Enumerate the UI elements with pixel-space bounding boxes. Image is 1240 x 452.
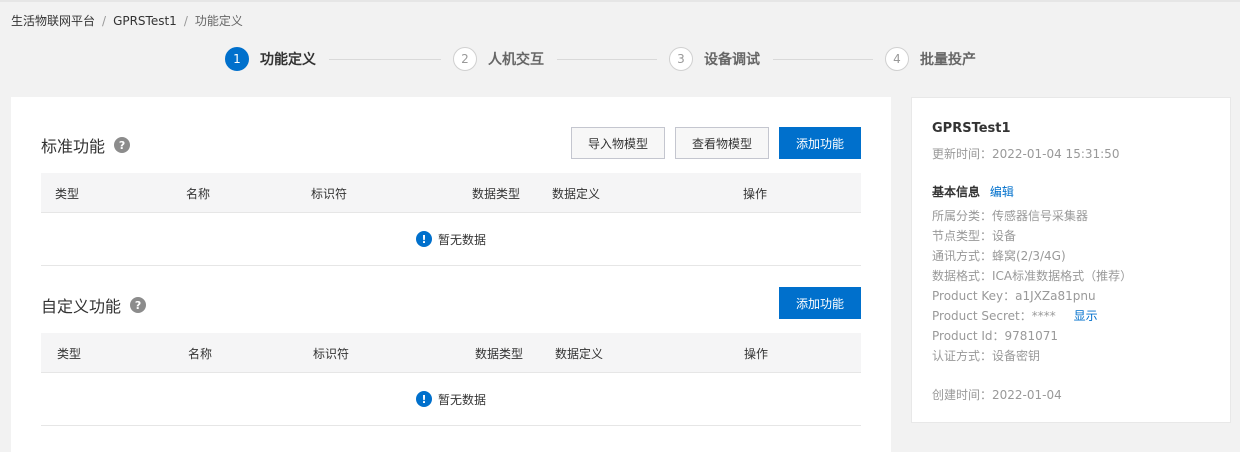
- view-model-button[interactable]: 查看物模型: [675, 127, 769, 159]
- import-model-button[interactable]: 导入物模型: [571, 127, 665, 159]
- breadcrumb-separator: /: [102, 14, 107, 28]
- breadcrumb-root[interactable]: 生活物联网平台: [11, 14, 95, 28]
- custom-function-table: 类型 名称 标识符 数据类型 数据定义 操作 ! 暂无数据: [41, 333, 861, 426]
- node-type: 节点类型：设备: [932, 229, 1017, 243]
- product-info-panel: GPRSTest1 更新时间：2022-01-04 15:31:50 基本信息 …: [911, 97, 1231, 423]
- show-secret-link[interactable]: 显示: [1074, 309, 1098, 323]
- step-4-number: 4: [885, 47, 909, 71]
- step-progress: 1 功能定义 2 人机交互 3 设备调试 4 批量投产: [0, 47, 1240, 75]
- column-actions: 操作: [743, 187, 768, 201]
- basic-info-label: 基本信息: [932, 185, 981, 199]
- add-standard-function-button[interactable]: 添加功能: [779, 127, 861, 159]
- step-connector: [773, 59, 873, 60]
- column-data-definition: 数据定义: [552, 187, 601, 201]
- step-4[interactable]: 4 批量投产: [885, 47, 976, 71]
- column-identifier: 标识符: [313, 347, 350, 361]
- column-data-type: 数据类型: [475, 347, 524, 361]
- column-name: 名称: [186, 187, 211, 201]
- empty-state: ! 暂无数据: [41, 373, 861, 426]
- standard-function-table: 类型 名称 标识符 数据类型 数据定义 操作 ! 暂无数据: [41, 173, 861, 266]
- breadcrumb: 生活物联网平台 / GPRSTest1 / 功能定义: [11, 12, 243, 29]
- step-1-number: 1: [225, 47, 249, 71]
- step-2-number: 2: [453, 47, 477, 71]
- step-3[interactable]: 3 设备调试: [669, 47, 760, 71]
- step-1[interactable]: 1 功能定义: [225, 47, 316, 71]
- product-key: Product Key：a1JXZa81pnu: [932, 289, 1096, 303]
- function-panel: 标准功能 ? 导入物模型 查看物模型 添加功能 类型 名称 标识符 数据类型 数…: [11, 97, 891, 452]
- column-type: 类型: [57, 347, 82, 361]
- help-icon[interactable]: ?: [130, 297, 147, 313]
- step-1-label: 功能定义: [260, 52, 316, 68]
- data-format: 数据格式：ICA标准数据格式（推荐）: [932, 269, 1133, 283]
- column-data-type: 数据类型: [472, 187, 521, 201]
- custom-section-title: 自定义功能 ?: [41, 293, 147, 317]
- step-3-number: 3: [669, 47, 693, 71]
- step-3-label: 设备调试: [704, 52, 760, 68]
- created-time: 创建时间：2022-01-04: [932, 388, 1062, 402]
- step-connector: [329, 59, 441, 60]
- category: 所属分类：传感器信号采集器: [932, 209, 1089, 223]
- table-header: 类型 名称 标识符 数据类型 数据定义 操作: [41, 173, 861, 213]
- info-icon: !: [415, 391, 432, 407]
- table-header: 类型 名称 标识符 数据类型 数据定义 操作: [41, 333, 861, 373]
- updated-time: 更新时间：2022-01-04 15:31:50: [932, 147, 1120, 161]
- top-divider: [0, 0, 1240, 2]
- column-type: 类型: [55, 187, 80, 201]
- breadcrumb-separator: /: [183, 14, 188, 28]
- step-2-label: 人机交互: [488, 52, 544, 68]
- standard-section-title: 标准功能 ?: [41, 133, 131, 157]
- breadcrumb-product[interactable]: GPRSTest1: [113, 14, 177, 28]
- product-secret: Product Secret：****: [932, 309, 1056, 323]
- column-data-definition: 数据定义: [555, 347, 604, 361]
- step-connector: [557, 59, 657, 60]
- column-actions: 操作: [744, 347, 769, 361]
- empty-text: 暂无数据: [437, 232, 486, 247]
- info-icon: !: [415, 231, 432, 247]
- column-identifier: 标识符: [311, 187, 348, 201]
- breadcrumb-current: 功能定义: [194, 14, 243, 28]
- empty-text: 暂无数据: [437, 392, 486, 407]
- column-name: 名称: [188, 347, 213, 361]
- standard-title-text: 标准功能: [41, 137, 106, 156]
- auth-method: 认证方式：设备密钥: [932, 349, 1041, 363]
- step-2[interactable]: 2 人机交互: [453, 47, 544, 71]
- help-icon[interactable]: ?: [114, 137, 131, 153]
- product-id: Product Id：9781071: [932, 329, 1058, 343]
- add-custom-function-button[interactable]: 添加功能: [779, 287, 861, 319]
- basic-info-header: 基本信息 编辑: [932, 183, 1014, 200]
- custom-title-text: 自定义功能: [41, 297, 122, 316]
- step-4-label: 批量投产: [920, 52, 976, 68]
- product-name: GPRSTest1: [932, 121, 1011, 136]
- comm-method: 通讯方式：蜂窝(2/3/4G): [932, 249, 1066, 263]
- product-secret-row: Product Secret：**** 显示: [932, 307, 1098, 324]
- empty-state: ! 暂无数据: [41, 213, 861, 266]
- edit-link[interactable]: 编辑: [990, 185, 1014, 199]
